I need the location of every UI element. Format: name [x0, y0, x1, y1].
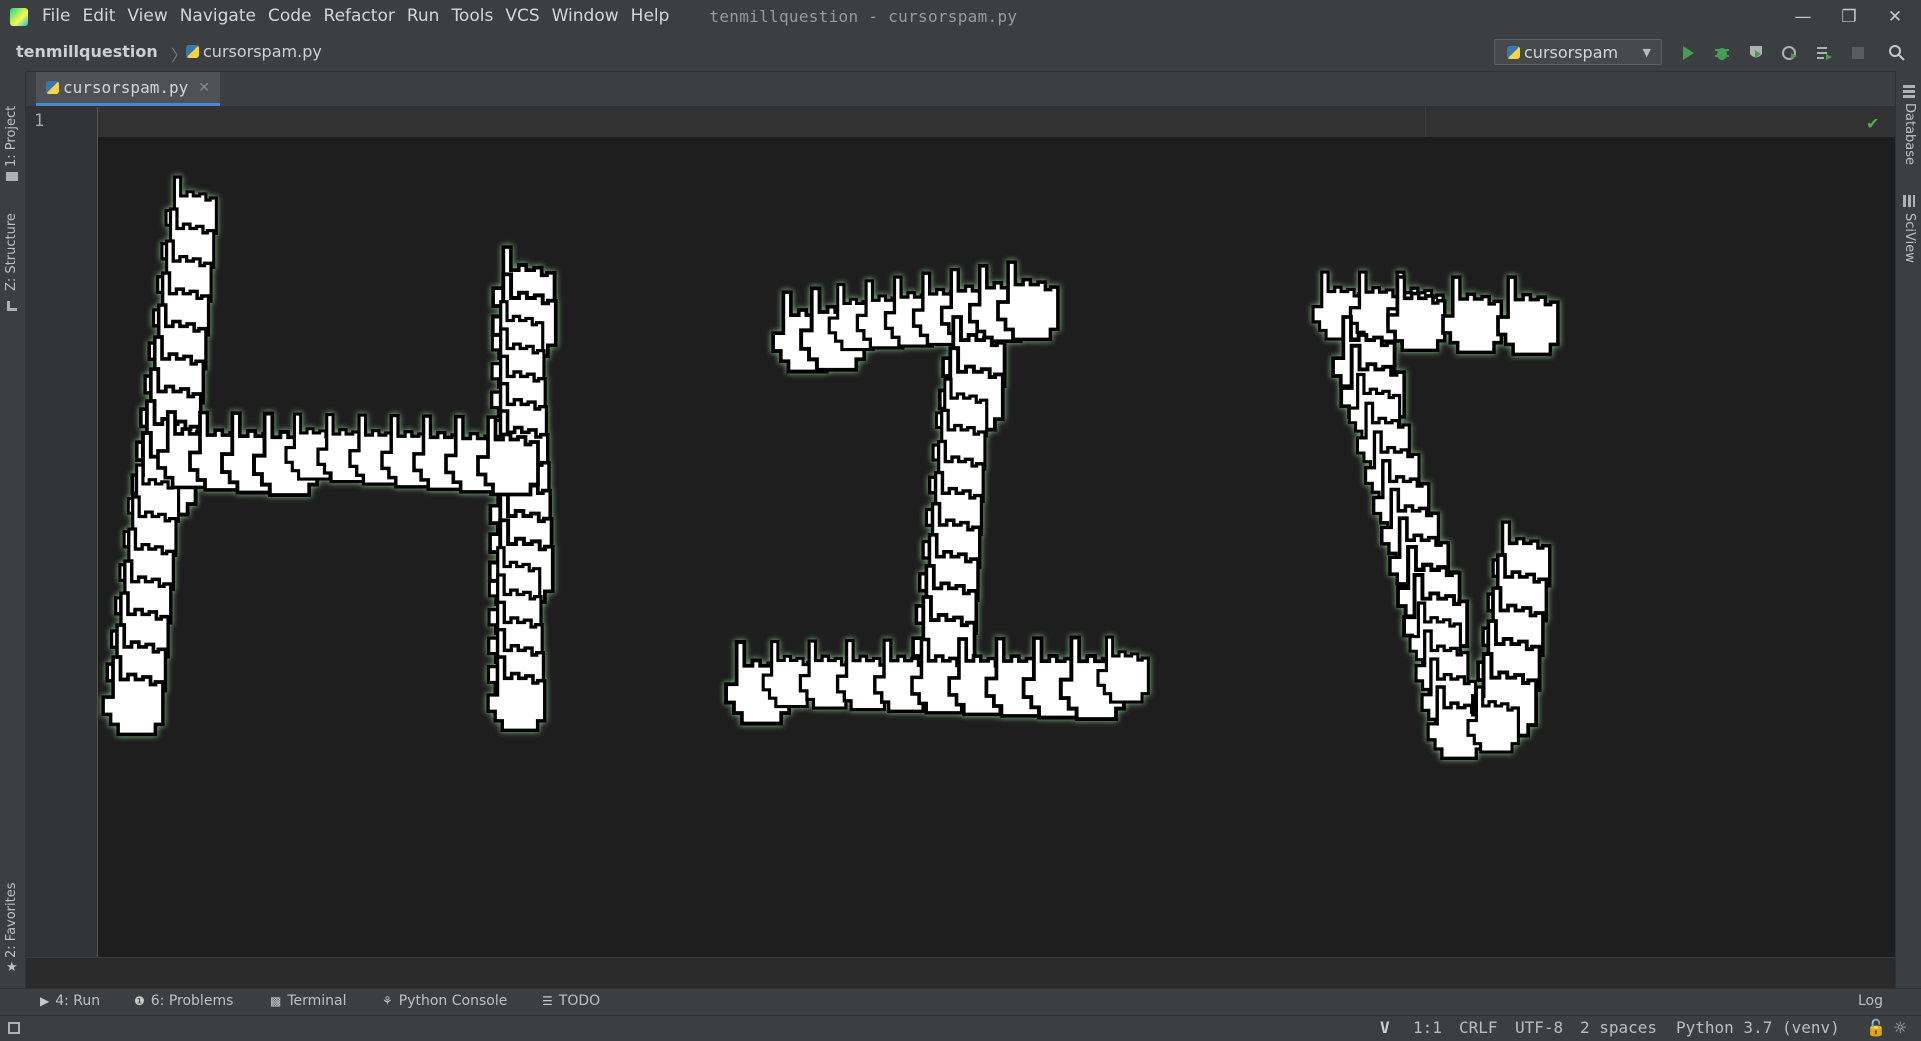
bottom-tool-bar: ▶ 4: Run ❶ 6: Problems ▩ Terminal ⚘ Python C…	[0, 988, 1921, 1016]
window-title: tenmillquestion - cursorspam.py	[709, 7, 1018, 26]
cursor-clone	[1096, 635, 1150, 704]
menu-navigate[interactable]: Navigate	[174, 0, 262, 33]
concurrency-icon[interactable]	[1813, 42, 1835, 64]
run-config-select[interactable]: cursorspam ▼	[1494, 39, 1662, 65]
cursor-clone	[1496, 275, 1560, 357]
tool-run[interactable]: ▶ 4: Run	[40, 993, 100, 1009]
tool-terminal[interactable]: ▩ Terminal	[270, 993, 347, 1009]
inspection-ok-icon[interactable]: ✔	[1866, 114, 1879, 133]
structure-icon	[7, 301, 17, 311]
status-bar: V 1:1 CRLF UTF-8 2 spaces Python 3.7 (ve…	[0, 1015, 1921, 1041]
python-file-icon	[186, 45, 199, 58]
tool-todo[interactable]: ☰ TODO	[542, 993, 600, 1009]
navigation-bar: tenmillquestion 〉 cursorspam.py cursorsp…	[0, 33, 1921, 72]
tool-tab-sciview-label: SciView	[1902, 213, 1917, 263]
sciview-icon	[1903, 195, 1915, 207]
cursor-clone	[1441, 275, 1504, 355]
editor-tab-label: cursorspam.py	[63, 78, 189, 97]
menu-bar: File Edit View Navigate Code Refactor Ru…	[0, 0, 1921, 33]
tool-tab-project[interactable]: 1: Project	[4, 106, 19, 167]
list-icon: ☰	[542, 994, 553, 1008]
status-position[interactable]: 1:1	[1413, 1018, 1442, 1037]
star-icon: ★	[6, 960, 18, 975]
coverage-icon[interactable]	[1745, 42, 1767, 64]
python-file-icon	[46, 81, 59, 94]
breadcrumb-file[interactable]: cursorspam.py	[186, 42, 322, 61]
profile-icon[interactable]	[1779, 42, 1801, 64]
status-indent[interactable]: 2 spaces	[1580, 1018, 1657, 1037]
left-tool-strip: 1: Project Z: Structure 2: Favorites ★	[0, 71, 26, 988]
menu-vcs[interactable]: VCS	[499, 0, 545, 33]
tool-tab-database-label: Database	[1902, 103, 1917, 166]
close-icon[interactable]: ✕	[198, 80, 210, 96]
breadcrumb-file-label: cursorspam.py	[203, 42, 322, 61]
notifications-icon[interactable]: ☼	[1893, 1018, 1907, 1037]
python-icon	[1507, 45, 1520, 59]
menu-code[interactable]: Code	[262, 0, 318, 33]
tool-tab-structure[interactable]: Z: Structure	[4, 213, 19, 291]
status-line-separator[interactable]: CRLF	[1459, 1018, 1498, 1037]
chevron-down-icon: ▼	[1642, 45, 1651, 59]
run-config-label: cursorspam	[1524, 42, 1619, 62]
status-interpreter[interactable]: Python 3.7 (venv)	[1676, 1018, 1840, 1037]
cursor-art-overlay	[98, 137, 1895, 957]
menu-view[interactable]: View	[121, 0, 173, 33]
tool-tab-database[interactable]: Database	[1902, 103, 1917, 165]
menu-tools[interactable]: Tools	[445, 0, 499, 33]
cursor-art-canvas	[101, 175, 1560, 761]
tool-todo-label: TODO	[558, 993, 601, 1009]
current-line-highlight	[98, 107, 1895, 137]
right-tool-strip: Database SciView	[1895, 71, 1921, 988]
menu-refactor[interactable]: Refactor	[318, 0, 401, 33]
minimize-button[interactable]: —	[1780, 0, 1826, 33]
tool-python-console-label: Python Console	[398, 993, 508, 1009]
tool-problems[interactable]: ❶ 6: Problems	[134, 993, 233, 1009]
editor-bottom-space	[26, 957, 1895, 989]
tool-python-console[interactable]: ⚘ Python Console	[382, 993, 507, 1009]
tool-event-log[interactable]: Log	[1858, 993, 1883, 1009]
toggle-tool-windows-icon[interactable]	[8, 1022, 20, 1034]
python-icon: ⚘	[382, 994, 393, 1008]
line-number: 1	[34, 111, 45, 131]
tool-tab-project-label: 1: Project	[4, 105, 19, 167]
tool-terminal-label: Terminal	[287, 993, 347, 1009]
editor-tab-bar: cursorspam.py ✕	[26, 72, 1895, 107]
pycharm-logo-icon	[10, 7, 28, 26]
tool-tab-structure-label: Z: Structure	[4, 213, 19, 291]
restore-button[interactable]: ❐	[1826, 0, 1872, 33]
tool-run-label: 4: Run	[55, 993, 101, 1009]
status-encoding[interactable]: UTF-8	[1515, 1018, 1563, 1037]
database-icon	[1903, 85, 1915, 99]
tool-problems-label: 6: Problems	[150, 993, 234, 1009]
terminal-icon: ▩	[270, 994, 282, 1008]
stop-icon[interactable]	[1847, 42, 1869, 64]
lock-icon[interactable]: 🔓	[1866, 1018, 1886, 1037]
vim-icon[interactable]: V	[1380, 1018, 1390, 1037]
debug-icon[interactable]	[1711, 42, 1733, 64]
menu-window[interactable]: Window	[546, 0, 625, 33]
run-icon[interactable]	[1677, 42, 1699, 64]
info-icon: ❶	[134, 994, 145, 1008]
cursor-clone	[996, 260, 1060, 342]
play-icon: ▶	[40, 994, 50, 1008]
tool-tab-favorites-label: 2: Favorites	[4, 882, 19, 958]
menu-help[interactable]: Help	[625, 0, 676, 33]
close-window-button[interactable]: ✕	[1872, 0, 1918, 33]
editor-tab-cursorspam[interactable]: cursorspam.py ✕	[36, 72, 220, 106]
tool-tab-favorites[interactable]: 2: Favorites	[4, 882, 19, 958]
editor-gutter: 1	[26, 107, 98, 957]
menu-run[interactable]: Run	[401, 0, 446, 33]
tool-event-log-label: Log	[1858, 993, 1884, 1009]
search-icon[interactable]	[1886, 42, 1908, 64]
tool-tab-sciview[interactable]: SciView	[1902, 213, 1917, 263]
breadcrumb-project[interactable]: tenmillquestion	[16, 42, 158, 61]
folder-icon	[6, 172, 18, 181]
menu-file[interactable]: File	[36, 0, 76, 33]
menu-edit[interactable]: Edit	[76, 0, 121, 33]
breadcrumb-separator: 〉	[171, 46, 188, 65]
